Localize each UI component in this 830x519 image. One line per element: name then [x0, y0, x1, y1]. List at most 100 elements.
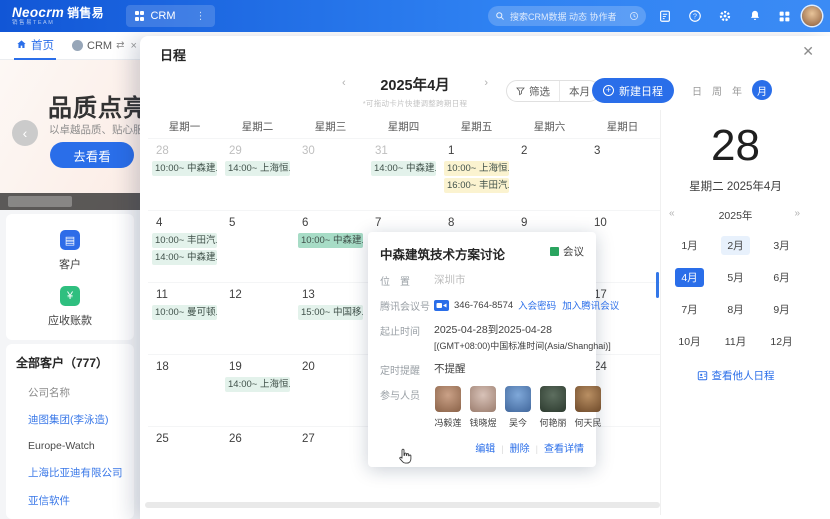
view-others-schedule-link[interactable]: 查看他人日程 — [661, 368, 810, 383]
settings-gear-icon[interactable] — [717, 9, 732, 24]
day-cell[interactable]: 5 — [221, 211, 294, 282]
event-chip[interactable]: 14:00~ 中森建... — [371, 161, 436, 176]
event-chip[interactable]: 14:00~ 中森建... — [152, 250, 217, 265]
company-row[interactable]: 亚信软件 — [28, 493, 134, 508]
event-chip[interactable]: 10:00~ 中森建... — [152, 161, 217, 176]
day-cell[interactable]: 1315:00~ 中国移... — [294, 283, 367, 354]
month-cell[interactable]: 2月 — [721, 236, 749, 255]
action-link[interactable]: 查看详情 — [544, 444, 584, 455]
day-cell[interactable]: 27 — [294, 427, 367, 498]
close-tab-icon[interactable]: × — [130, 40, 136, 52]
event-chip[interactable]: 16:00~ 丰田汽... — [444, 178, 509, 193]
view-option[interactable]: 周 — [712, 83, 722, 98]
event-chip[interactable]: 10:00~ 曼可顿... — [152, 305, 217, 320]
reminder-value: 不提醒 — [434, 361, 466, 377]
day-cell[interactable]: 12 — [221, 283, 294, 354]
day-cell[interactable]: 3 — [586, 139, 659, 210]
action-link[interactable]: 编辑 — [475, 444, 495, 455]
horizontal-scrollbar[interactable] — [145, 502, 660, 508]
next-year-icon[interactable]: » — [794, 208, 800, 219]
participant-name: 何天民 — [574, 416, 602, 429]
day-number: 28 — [156, 145, 221, 159]
carousel-prev-button[interactable]: ‹ — [12, 120, 38, 146]
vertical-scroll-thumb[interactable] — [656, 272, 659, 298]
event-chip[interactable]: 10:00~ 丰田汽... — [152, 233, 217, 248]
day-cell[interactable]: 28 10:00~ 中森建... — [148, 139, 221, 210]
day-cell[interactable]: 410:00~ 丰田汽...14:00~ 中森建... — [148, 211, 221, 282]
month-cell[interactable]: 7月 — [675, 300, 703, 319]
day-cell[interactable]: 20 — [294, 355, 367, 426]
meeting-link[interactable]: 加入腾讯会议 — [562, 301, 619, 312]
day-cell[interactable]: 11 10:00~ 曼可顿... — [148, 283, 221, 354]
more-icon[interactable]: ⋮ — [196, 11, 206, 22]
month-cell[interactable]: 12月 — [764, 332, 798, 351]
prev-year-icon[interactable]: « — [669, 208, 675, 219]
next-month-icon[interactable]: › — [484, 77, 488, 89]
history-clock-icon[interactable] — [629, 11, 639, 21]
app-item-customer[interactable]: ▤ 客户 — [6, 230, 134, 272]
day-cell[interactable]: 10 — [586, 211, 659, 282]
month-cell[interactable]: 8月 — [721, 300, 749, 319]
filter-button[interactable]: 筛选 — [507, 81, 559, 101]
day-cell[interactable] — [586, 427, 659, 498]
tab-crm[interactable]: CRM ⇄ × — [72, 40, 137, 52]
month-cell[interactable]: 4月 — [675, 268, 703, 287]
month-cell[interactable]: 1月 — [675, 236, 703, 255]
filter-group: 筛选 本月 — [506, 80, 600, 102]
event-chip[interactable]: 10:00~ 上海恒... — [444, 161, 509, 176]
company-row[interactable]: Europe-Watch — [28, 440, 134, 452]
day-cell[interactable]: 18 — [148, 355, 221, 426]
prev-month-icon[interactable]: ‹ — [342, 77, 346, 89]
month-cell[interactable]: 6月 — [767, 268, 795, 287]
divider: | — [536, 444, 538, 454]
close-modal-icon[interactable]: ✕ — [802, 43, 814, 60]
month-cell[interactable]: 5月 — [721, 268, 749, 287]
day-cell[interactable]: 30 — [294, 139, 367, 210]
weekday-label: 星期一 — [148, 119, 221, 134]
day-cell[interactable]: 26 — [221, 427, 294, 498]
company-row[interactable]: 迪图集团(李泳造) — [28, 412, 134, 427]
view-option[interactable]: 日 — [692, 83, 702, 98]
new-event-button[interactable]: + 新建日程 — [592, 78, 674, 103]
view-option-active[interactable]: 月 — [752, 80, 772, 100]
app-item-receivable[interactable]: ¥ 应收账款 — [6, 286, 134, 328]
memo-icon[interactable] — [657, 9, 672, 24]
banner-button[interactable]: 去看看 — [50, 142, 134, 168]
day-cell[interactable]: 2914:00~ 上海恒... — [221, 139, 294, 210]
weekday-label: 星期日 — [586, 119, 659, 134]
event-chip[interactable]: 14:00~ 上海恒... — [225, 161, 290, 176]
plus-icon: + — [603, 85, 614, 96]
app-switcher-tab[interactable]: CRM ⋮ — [126, 5, 215, 27]
banner-subtitle: 以卓越品质、贴心服 — [49, 122, 140, 137]
view-option[interactable]: 年 — [732, 83, 742, 98]
event-chip[interactable]: 10:00~ 中森建... — [298, 233, 363, 248]
day-cell[interactable]: 2 — [513, 139, 586, 210]
logo-tagline: 销售易TEAM — [12, 21, 104, 27]
month-cell[interactable]: 10月 — [672, 332, 706, 351]
members-label: 参与人员 — [380, 386, 434, 429]
notification-bell-icon[interactable] — [747, 9, 762, 24]
event-chip[interactable]: 15:00~ 中国移... — [298, 305, 363, 320]
month-cell[interactable]: 9月 — [767, 300, 795, 319]
meeting-number: 346-764-8574 — [454, 300, 513, 311]
company-row[interactable]: 上海比亚迪有限公司 — [28, 465, 134, 480]
action-link[interactable]: 删除 — [510, 444, 530, 455]
day-cell[interactable]: 110:00~ 上海恒...16:00~ 丰田汽... — [440, 139, 513, 210]
search-input[interactable]: 搜索CRM数据 动态 协作者 — [488, 6, 646, 26]
day-cell[interactable]: 25 — [148, 427, 221, 498]
help-icon[interactable]: ? — [687, 9, 702, 24]
month-cell[interactable]: 3月 — [767, 236, 795, 255]
day-number: 5 — [229, 217, 294, 231]
meeting-link[interactable]: 入会密码 — [518, 301, 556, 312]
apps-grid-icon[interactable] — [777, 9, 792, 24]
tab-home[interactable]: 首页 — [14, 32, 56, 60]
day-cell[interactable]: 1914:00~ 上海恒... — [221, 355, 294, 426]
mouse-cursor — [398, 448, 412, 470]
day-cell[interactable]: 610:00~ 中森建... — [294, 211, 367, 282]
month-cell[interactable]: 11月 — [719, 332, 752, 351]
day-number: 11 — [156, 289, 221, 303]
swap-icon[interactable]: ⇄ — [116, 40, 124, 51]
day-cell[interactable]: 3114:00~ 中森建... — [367, 139, 440, 210]
user-avatar[interactable] — [802, 6, 822, 26]
event-chip[interactable]: 14:00~ 上海恒... — [225, 377, 290, 392]
